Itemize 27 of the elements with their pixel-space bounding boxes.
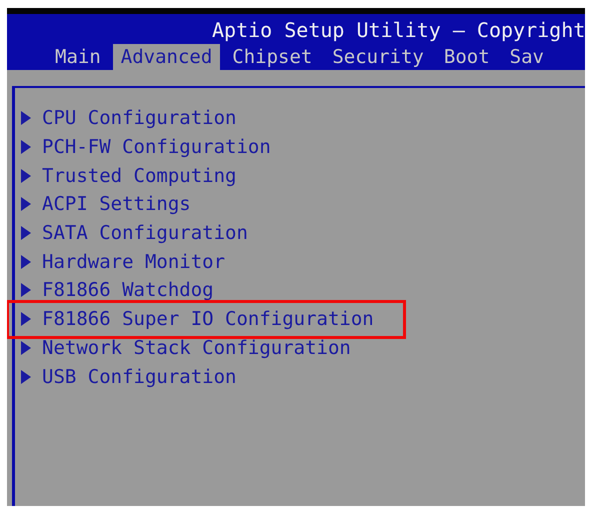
window-title: Aptio Setup Utility – Copyright (211, 17, 585, 44)
menu-tab[interactable]: Boot (436, 44, 498, 70)
menu-item[interactable]: ACPI Settings (42, 194, 191, 214)
menu-item[interactable]: USB Configuration (42, 366, 236, 387)
menu-item[interactable]: SATA Configuration (42, 223, 248, 244)
menu-tab[interactable]: Advanced (112, 44, 220, 70)
triangle-icon (20, 370, 32, 384)
triangle-icon (20, 312, 32, 326)
menu-item[interactable]: PCH-FW Configuration (42, 137, 271, 158)
menu-item[interactable]: Hardware Monitor (42, 252, 226, 272)
triangle-icon (20, 283, 32, 298)
menu-tab[interactable]: Main (47, 44, 109, 70)
menu-item[interactable]: Trusted Computing (42, 166, 236, 186)
menu-item[interactable]: CPU Configuration (42, 108, 236, 128)
menu-tab[interactable]: Chipset (224, 44, 320, 70)
triangle-icon (20, 197, 32, 212)
triangle-icon (20, 111, 32, 126)
triangle-icon (20, 140, 32, 154)
menu-item[interactable]: F81866 Super IO Configuration (42, 309, 374, 330)
menu-item[interactable]: Network Stack Configuration (42, 338, 351, 358)
triangle-icon (20, 254, 32, 269)
menu-tab[interactable]: Security (324, 44, 432, 70)
triangle-icon (20, 226, 32, 240)
triangle-icon (20, 340, 32, 355)
triangle-icon (20, 168, 32, 183)
menu-tab[interactable]: Sav (502, 44, 552, 70)
menu-item[interactable]: F81866 Watchdog (42, 280, 214, 300)
